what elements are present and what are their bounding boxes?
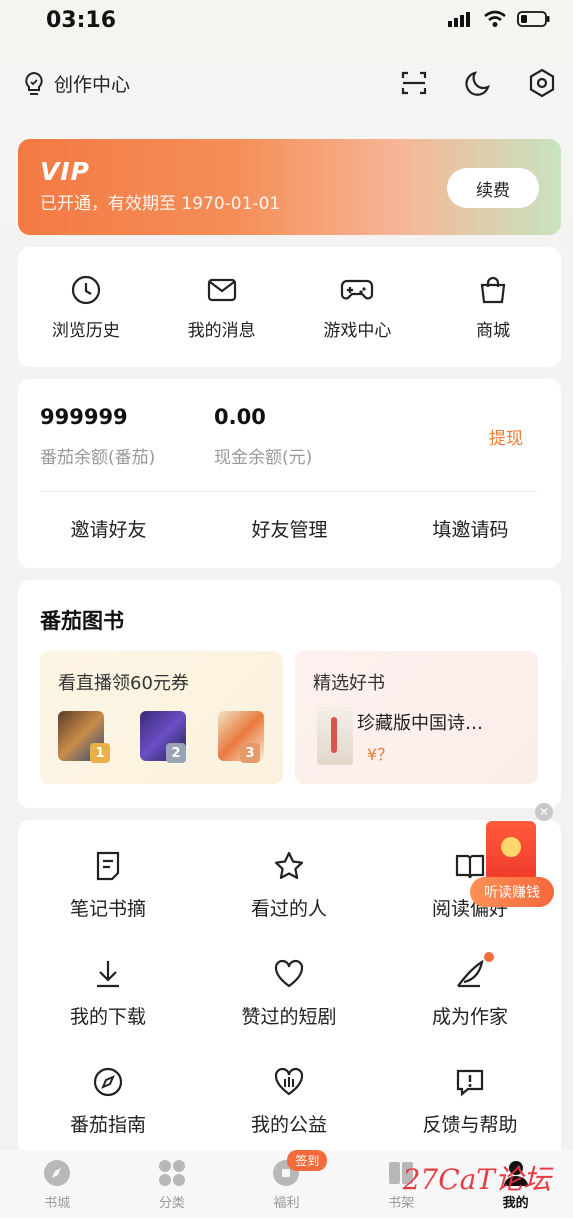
red-packet-icon [486, 821, 536, 881]
rank-badge: 1 [90, 743, 110, 763]
vip-logo: VIP [40, 157, 90, 186]
books-section-title: 番茄图书 [40, 609, 124, 633]
feature-label: 我的下载 [69, 1006, 146, 1028]
tab-welfare[interactable]: 签到 福利 [229, 1150, 344, 1218]
listen-earn-promo[interactable]: ✕ 听读赚钱 [470, 803, 560, 908]
signal-icon [448, 12, 470, 27]
night-mode-button[interactable] [461, 66, 495, 100]
featured-book-price: ¥？ [367, 745, 394, 764]
divider [42, 491, 537, 492]
creator-center-button[interactable]: 创作中心 [22, 70, 130, 97]
viewers-entry[interactable]: 看过的人 [199, 850, 379, 921]
tab-category[interactable]: 分类 [115, 1150, 230, 1218]
feature-label: 赞过的短剧 [241, 1006, 337, 1028]
tomato-books-card: 番茄图书 看直播领60元券 1 2 3 精选好书 珍藏版中国诗… ¥？ [18, 580, 561, 808]
liked-dramas-entry[interactable]: 赞过的短剧 [199, 958, 379, 1029]
shopping-bag-icon [480, 276, 506, 304]
feature-label: 笔记书摘 [69, 898, 146, 920]
heart-icon [274, 959, 304, 988]
feature-label: 番茄指南 [69, 1114, 146, 1136]
quick-entries-card: 浏览历史 我的消息 游戏中心 商城 [18, 247, 561, 367]
vip-expiry-text: 已开通，有效期至 1970-01-01 [40, 194, 281, 214]
tab-bookstore[interactable]: 书城 [0, 1150, 115, 1218]
vip-card[interactable]: VIP 已开通，有效期至 1970-01-01 续费 [18, 139, 561, 235]
gamepad-icon [341, 279, 374, 300]
cover-decoration [331, 717, 337, 753]
rank-badge: 3 [240, 743, 260, 763]
invite-friends-button[interactable]: 邀请好友 [18, 515, 199, 542]
top-bar: 创作中心 [0, 62, 573, 106]
featured-books-title: 精选好书 [313, 673, 385, 694]
quick-entry-label: 游戏中心 [323, 321, 392, 341]
quick-entry-label: 商城 [476, 321, 511, 341]
book-cover-thumbnail [317, 707, 353, 765]
feature-label: 成为作家 [431, 1006, 508, 1028]
close-icon[interactable]: ✕ [535, 803, 553, 821]
scan-icon [401, 71, 427, 95]
featured-book-name: 珍藏版中国诗… [357, 713, 483, 734]
live-coupon-title: 看直播领60元券 [58, 673, 189, 694]
cash-balance-value[interactable]: 0.00 [214, 405, 266, 429]
become-writer-entry[interactable]: 成为作家 [380, 952, 560, 1029]
clock-icon [71, 275, 100, 305]
feather-pen-icon [457, 959, 484, 988]
feedback-entry[interactable]: 反馈与帮助 [380, 1066, 560, 1137]
messages-entry[interactable]: 我的消息 [154, 247, 290, 367]
status-bar: 03:16 [0, 0, 573, 46]
notes-entry[interactable]: 笔记书摘 [18, 850, 198, 921]
moon-icon [465, 71, 490, 96]
battery-icon [517, 11, 550, 27]
category-icon [158, 1160, 185, 1186]
feedback-icon [456, 1069, 484, 1097]
quick-entry-label: 我的消息 [187, 321, 256, 341]
bookstore-icon [44, 1160, 71, 1186]
scan-button[interactable] [397, 66, 431, 100]
wifi-icon [484, 10, 506, 27]
quick-entry-label: 浏览历史 [51, 321, 120, 341]
status-time: 03:16 [46, 8, 117, 33]
new-dot-badge [484, 952, 494, 962]
history-entry[interactable]: 浏览历史 [18, 247, 154, 367]
charity-entry[interactable]: 我的公益 [199, 1066, 379, 1137]
mail-icon [207, 278, 236, 302]
compass-icon [93, 1067, 123, 1097]
lightbulb-icon [25, 71, 43, 95]
writer-icon-wrap [454, 952, 494, 990]
forum-watermark: 27CaT论坛 [402, 1163, 551, 1196]
guide-entry[interactable]: 番茄指南 [18, 1066, 198, 1137]
rank-badge: 2 [166, 743, 186, 763]
featured-books-panel[interactable]: 精选好书 珍藏版中国诗… ¥？ [295, 651, 538, 784]
enter-invite-code-button[interactable]: 填邀请码 [380, 515, 561, 542]
game-center-entry[interactable]: 游戏中心 [290, 247, 426, 367]
tab-label: 书城 [44, 1196, 71, 1211]
live-coupon-panel[interactable]: 看直播领60元券 1 2 3 [40, 651, 283, 784]
tab-label: 福利 [273, 1196, 300, 1211]
download-icon [97, 961, 119, 988]
feature-label: 我的公益 [250, 1114, 327, 1136]
mall-entry[interactable]: 商城 [425, 247, 561, 367]
coins-balance-label: 番茄余额(番茄) [40, 448, 156, 468]
cash-balance-label: 现金余额(元) [214, 448, 313, 468]
settings-button[interactable] [525, 66, 559, 100]
coin-icon [501, 837, 521, 857]
checkin-badge[interactable]: 签到 [287, 1150, 328, 1171]
top-actions [397, 66, 559, 100]
friend-management-button[interactable]: 好友管理 [199, 515, 380, 542]
feature-label: 看过的人 [250, 898, 327, 920]
wallet-card: 999999 番茄余额(番茄) 0.00 现金余额(元) 提现 邀请好友 好友管… [18, 379, 561, 568]
star-icon [274, 851, 304, 879]
status-icons [447, 10, 551, 28]
renew-button[interactable]: 续费 [447, 168, 539, 208]
note-icon [96, 851, 120, 881]
creator-center-label: 创作中心 [54, 74, 131, 96]
settings-hexagon-icon [529, 68, 555, 98]
withdraw-button[interactable]: 提现 [489, 424, 523, 449]
charity-heart-icon [274, 1067, 304, 1096]
coins-balance-value[interactable]: 999999 [40, 405, 128, 429]
listen-earn-label: 听读赚钱 [470, 877, 554, 907]
feature-label: 反馈与帮助 [422, 1114, 518, 1136]
friend-links: 邀请好友 好友管理 填邀请码 [18, 515, 561, 542]
downloads-entry[interactable]: 我的下载 [18, 958, 198, 1029]
tab-label: 分类 [158, 1196, 185, 1211]
